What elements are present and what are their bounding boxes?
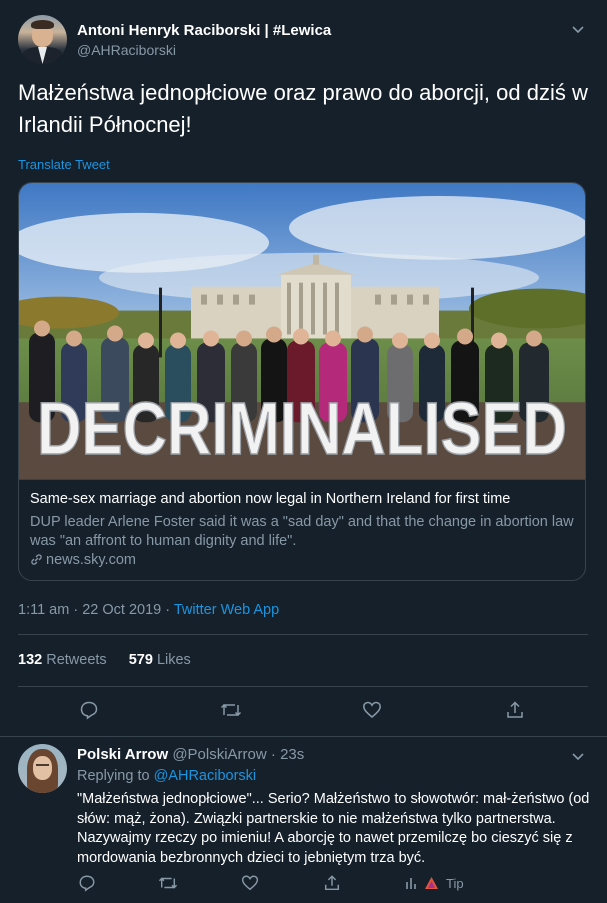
retweet-icon[interactable] [220,700,242,720]
reply-author-name[interactable]: Polski Arrow [77,746,168,763]
chevron-down-icon[interactable] [571,749,585,763]
reply-author-handle[interactable]: @PolskiArrow [172,746,266,763]
divider [18,634,588,635]
retweets-count[interactable]: 132 [18,652,42,668]
card-domain-text: news.sky.com [46,552,136,568]
brave-tip-icon[interactable] [424,876,439,890]
reply-tweet[interactable]: Polski Arrow @PolskiArrow · 23s Replying… [0,738,607,903]
divider [18,686,588,687]
link-card[interactable]: DECRIMINALISED Same-sex marriage and abo… [18,182,586,581]
author-handle[interactable]: @AHRaciborski [77,42,176,58]
tweet-text: Małżeństwa jednopłciowe oraz prawo do ab… [18,80,588,137]
reply-icon[interactable] [78,874,96,892]
reply-time[interactable]: · 23s [271,746,304,763]
translate-link[interactable]: Translate Tweet [18,157,110,172]
retweets-label[interactable]: Retweets [46,652,106,668]
avatar[interactable] [18,15,67,64]
replying-to: Replying to @AHRaciborski [77,768,256,784]
card-description: DUP leader Arlene Foster said it was a "… [30,514,574,549]
like-icon[interactable] [362,700,382,720]
reply-icon[interactable] [79,700,99,720]
avatar[interactable] [18,744,67,793]
analytics-icon[interactable] [405,876,419,890]
chevron-down-icon[interactable] [571,22,585,36]
link-icon [31,554,42,565]
tweet-meta: 1:11 am · 22 Oct 2019 · Twitter Web App [18,602,279,618]
share-icon[interactable] [505,700,525,720]
reply-text: "Małżeństwa jednopłciowe"... Serio? Małż… [77,791,590,866]
card-image-sign: DECRIMINALISED [37,387,567,470]
retweet-icon[interactable] [158,874,178,892]
card-title[interactable]: Same-sex marriage and abortion now legal… [30,491,575,507]
replying-to-label: Replying to [77,768,150,784]
tweet-time[interactable]: 1:11 am · 22 Oct 2019 [18,602,161,618]
reply-author[interactable]: Polski Arrow @PolskiArrow · 23s [77,746,304,763]
source-app[interactable]: Twitter Web App [174,602,279,618]
likes-label[interactable]: Likes [157,652,191,668]
tweet-stats: 132 Retweets 579 Likes [18,652,191,668]
card-domain: news.sky.com [30,552,136,568]
likes-count[interactable]: 579 [129,652,153,668]
share-icon[interactable] [323,874,341,892]
like-icon[interactable] [241,874,259,892]
meta-dot: · [165,602,171,618]
tip-button[interactable]: Tip [446,876,464,891]
card-image: DECRIMINALISED [19,183,585,480]
main-tweet: Antoni Henryk Raciborski | #Lewica @AHRa… [0,0,607,737]
author-name[interactable]: Antoni Henryk Raciborski | #Lewica [77,22,331,39]
replying-to-handle[interactable]: @AHRaciborski [154,768,257,784]
